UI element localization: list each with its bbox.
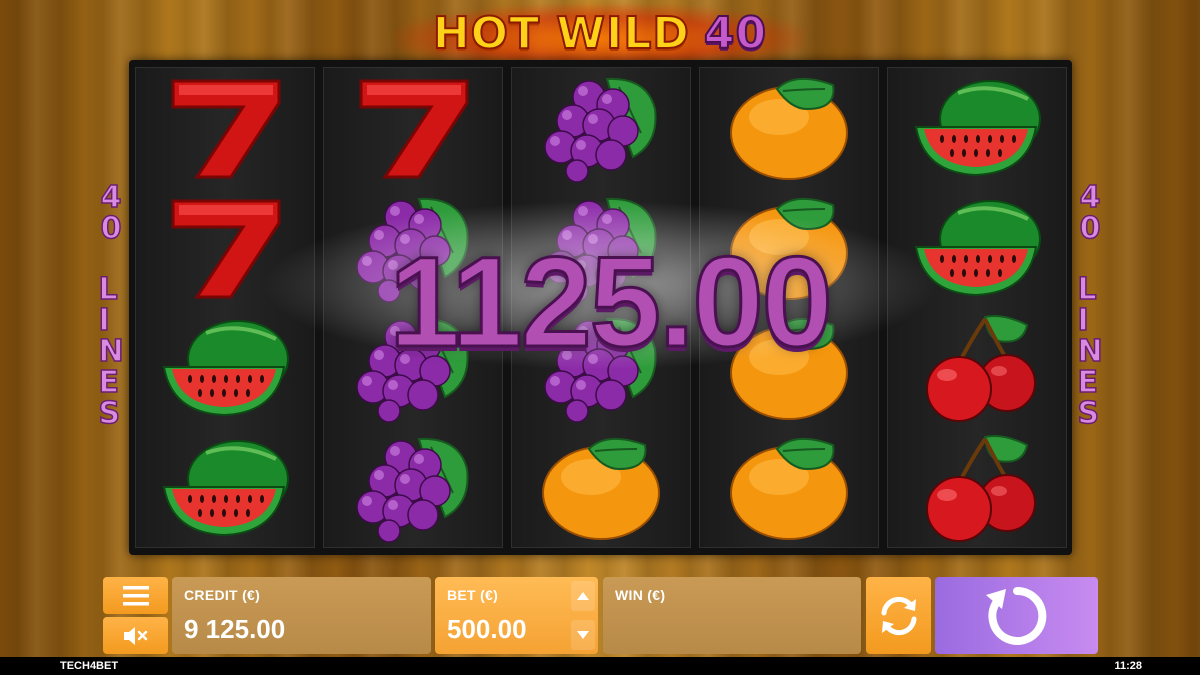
arrow-down-icon bbox=[577, 631, 589, 639]
brand-label: TECH4BET bbox=[60, 660, 119, 672]
sound-button[interactable] bbox=[103, 617, 168, 654]
autoplay-refresh-icon bbox=[881, 596, 916, 635]
lines-number: 40 bbox=[1079, 180, 1101, 246]
symbol-watermelon bbox=[136, 428, 316, 548]
autoplay-button[interactable] bbox=[866, 577, 931, 654]
arrow-up-icon bbox=[577, 592, 589, 600]
logo-number: 40 bbox=[703, 7, 768, 60]
footer-bar: TECH4BET 11:28 bbox=[0, 657, 1200, 675]
symbol-orange bbox=[512, 428, 692, 548]
symbol-seven bbox=[136, 68, 316, 188]
spin-arrow-icon bbox=[985, 586, 1046, 645]
symbol-orange bbox=[700, 428, 880, 548]
bet-value: 500.00 bbox=[447, 614, 527, 644]
hamburger-icon bbox=[122, 585, 149, 605]
symbol-cherries bbox=[888, 428, 1068, 548]
lines-word: LINES bbox=[98, 272, 125, 431]
credit-panel: CREDIT (€) 9 125.00 bbox=[172, 577, 431, 654]
lines-label-right: 40 LINES bbox=[1070, 180, 1110, 431]
lines-label-left: 40 LINES bbox=[91, 180, 131, 431]
clock-time: 11:28 bbox=[1114, 660, 1142, 672]
lines-word: LINES bbox=[1077, 272, 1104, 431]
bet-label: BET (€) bbox=[447, 587, 499, 603]
win-panel: WIN (€) bbox=[603, 577, 861, 654]
menu-button[interactable] bbox=[103, 577, 168, 614]
win-label: WIN (€) bbox=[615, 587, 666, 603]
bet-decrease-button[interactable] bbox=[571, 620, 595, 650]
lines-number: 40 bbox=[100, 180, 122, 246]
credit-value: 9 125.00 bbox=[184, 614, 286, 644]
symbol-orange bbox=[700, 68, 880, 188]
speaker-muted-icon bbox=[123, 626, 147, 645]
symbol-watermelon bbox=[888, 68, 1068, 188]
spin-button[interactable] bbox=[935, 577, 1098, 654]
bet-panel: BET (€) 500.00 bbox=[435, 577, 598, 654]
game-logo: HOT WILD 40 bbox=[395, 4, 805, 62]
symbol-grapes bbox=[324, 428, 504, 548]
symbol-seven bbox=[324, 68, 504, 188]
win-amount-display: 1125.00 bbox=[388, 229, 835, 375]
bet-increase-button[interactable] bbox=[571, 581, 595, 611]
credit-label: CREDIT (€) bbox=[184, 587, 261, 603]
symbol-grapes bbox=[512, 68, 692, 188]
logo-title: HOT WILD bbox=[432, 7, 690, 60]
